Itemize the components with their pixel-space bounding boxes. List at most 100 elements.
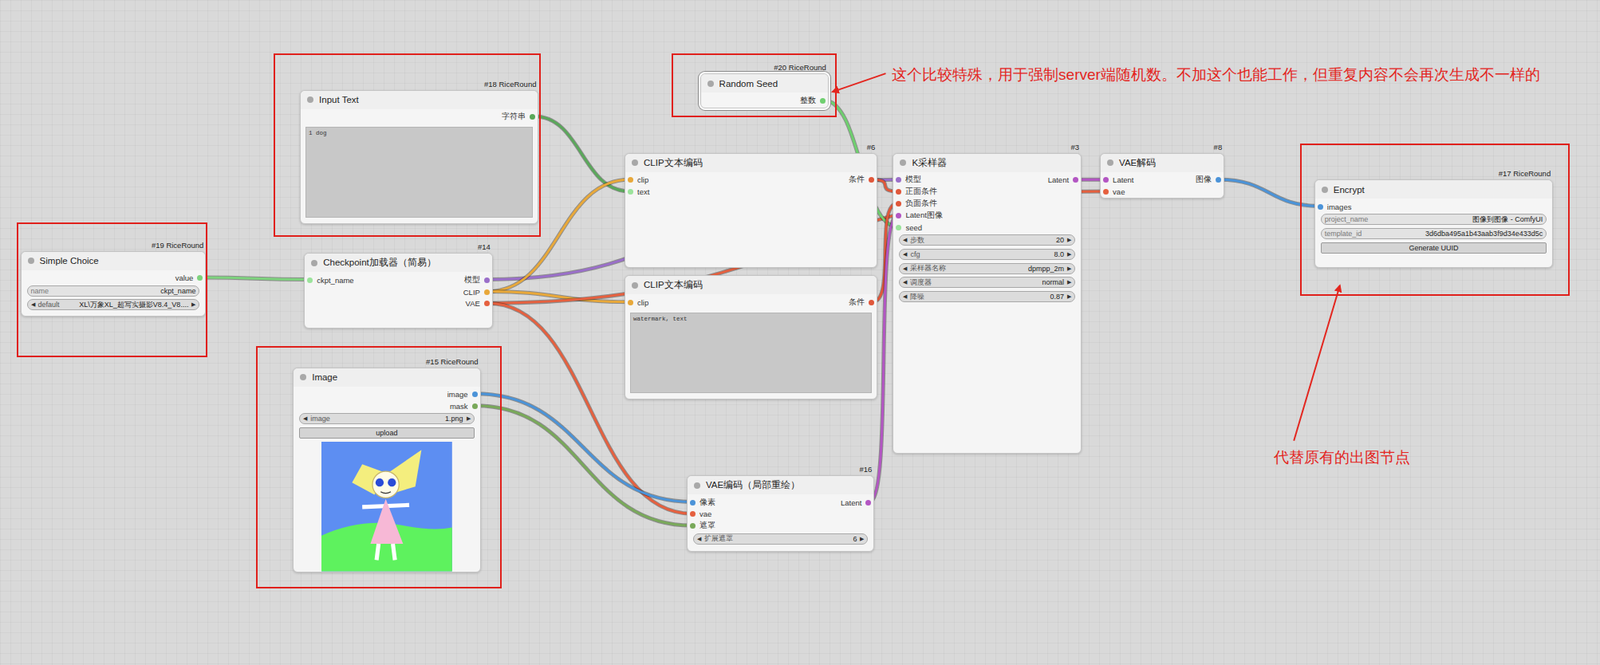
- input-slot[interactable]: 负面条件: [893, 198, 940, 209]
- graph-node[interactable]: #20 RiceRoundRandom Seed整数: [700, 73, 829, 109]
- decrement-arrow[interactable]: ◀: [902, 236, 907, 244]
- output-slot[interactable]: 条件: [846, 297, 877, 308]
- input-slot[interactable]: ckpt_name: [304, 275, 356, 285]
- input-slot[interactable]: Latent: [1100, 175, 1136, 185]
- output-slot[interactable]: value: [173, 273, 206, 283]
- input-dot[interactable]: [689, 523, 696, 529]
- input-slot[interactable]: clip: [625, 175, 651, 185]
- text-area[interactable]: watermark, text: [630, 312, 872, 395]
- widget-button[interactable]: Generate UUID: [1320, 242, 1547, 254]
- input-slot[interactable]: 像素: [687, 497, 718, 509]
- input-dot[interactable]: [307, 277, 313, 284]
- input-dot[interactable]: [895, 200, 902, 207]
- increment-arrow[interactable]: ▶: [859, 535, 864, 543]
- input-dot[interactable]: [895, 189, 902, 195]
- input-slot[interactable]: 正面条件: [893, 186, 940, 198]
- widget-field[interactable]: ◀采样器名称dpmpp_2m▶: [898, 263, 1076, 275]
- collapse-dot[interactable]: [693, 482, 701, 489]
- widget-field[interactable]: ◀步数20▶: [898, 234, 1076, 246]
- increment-arrow[interactable]: ▶: [1067, 265, 1072, 272]
- input-dot[interactable]: [689, 500, 696, 506]
- input-slot[interactable]: 遮罩: [687, 520, 718, 532]
- text-area[interactable]: 1 dog: [305, 126, 533, 219]
- collapse-dot[interactable]: [631, 282, 639, 289]
- output-slot[interactable]: 条件: [846, 174, 877, 186]
- output-dot[interactable]: [484, 277, 490, 284]
- output-dot[interactable]: [529, 114, 536, 120]
- output-slot[interactable]: CLIP: [461, 287, 493, 297]
- decrement-arrow[interactable]: ◀: [31, 301, 36, 308]
- input-dot[interactable]: [895, 177, 902, 183]
- graph-node[interactable]: #15 RiceRoundImageimagemask◀image1.png▶u…: [292, 367, 481, 573]
- output-slot[interactable]: Latent: [1045, 175, 1081, 185]
- node-title-bar[interactable]: Encrypt: [1315, 180, 1553, 199]
- output-slot[interactable]: 图像: [1193, 174, 1224, 186]
- input-slot[interactable]: vae: [1100, 187, 1128, 197]
- increment-arrow[interactable]: ▶: [1067, 251, 1072, 258]
- output-slot[interactable]: 字符串: [499, 111, 538, 123]
- output-slot[interactable]: Latent: [838, 498, 874, 508]
- increment-arrow[interactable]: ▶: [1067, 293, 1072, 300]
- collapse-dot[interactable]: [707, 80, 714, 87]
- widget-field[interactable]: ◀调度器normal▶: [898, 276, 1076, 288]
- collapse-dot[interactable]: [299, 374, 307, 381]
- node-title-bar[interactable]: Checkpoint加载器（简易）: [304, 253, 493, 272]
- output-dot[interactable]: [484, 289, 490, 296]
- input-dot[interactable]: [895, 224, 902, 231]
- input-dot[interactable]: [627, 299, 634, 306]
- collapse-dot[interactable]: [631, 159, 639, 166]
- decrement-arrow[interactable]: ◀: [697, 535, 702, 543]
- input-slot[interactable]: text: [625, 187, 652, 197]
- node-title-bar[interactable]: VAE编码（局部重绘）: [687, 476, 874, 495]
- output-slot[interactable]: mask: [447, 401, 481, 411]
- output-slot[interactable]: VAE: [463, 299, 493, 308]
- graph-node[interactable]: #19 RiceRoundSimple Choicevaluenameckpt_…: [20, 251, 207, 317]
- decrement-arrow[interactable]: ◀: [902, 251, 907, 258]
- increment-arrow[interactable]: ▶: [466, 415, 471, 422]
- node-title-bar[interactable]: CLIP文本编码: [625, 275, 877, 295]
- node-title-bar[interactable]: Image: [293, 368, 480, 387]
- widget-field[interactable]: template_id3d6dba495a1b43aab3f9d34e433d5…: [1320, 228, 1547, 240]
- input-dot[interactable]: [689, 511, 696, 517]
- input-slot[interactable]: seed: [893, 223, 925, 233]
- graph-node[interactable]: CLIP文本编码 clip 条件 watermark, text: [624, 275, 878, 400]
- graph-node[interactable]: #6CLIP文本编码clip条件text: [624, 153, 878, 269]
- widget-field[interactable]: project_name图像到图像 - ComfyUI: [1320, 213, 1547, 225]
- widget-button[interactable]: upload: [299, 427, 474, 439]
- decrement-arrow[interactable]: ◀: [902, 279, 907, 286]
- collapse-dot[interactable]: [311, 260, 318, 267]
- graph-node[interactable]: #17 RiceRoundEncryptimagesproject_name图像…: [1314, 179, 1553, 268]
- input-slot[interactable]: 模型: [893, 174, 924, 186]
- graph-node[interactable]: #14Checkpoint加载器（简易）ckpt_name模型CLIPVAE: [303, 252, 493, 329]
- decrement-arrow[interactable]: ◀: [303, 415, 308, 422]
- input-slot[interactable]: clip: [625, 298, 651, 308]
- output-dot[interactable]: [472, 391, 478, 398]
- output-dot[interactable]: [1072, 177, 1079, 183]
- graph-node[interactable]: #8VAE解码Latent图像vae: [1099, 153, 1225, 200]
- output-dot[interactable]: [1215, 177, 1222, 183]
- node-title-bar[interactable]: Input Text: [300, 90, 538, 110]
- widget-field[interactable]: ◀cfg8.0▶: [898, 248, 1076, 261]
- output-slot[interactable]: image: [445, 390, 481, 399]
- increment-arrow[interactable]: ▶: [191, 301, 196, 308]
- output-dot[interactable]: [484, 300, 490, 307]
- input-slot[interactable]: images: [1315, 202, 1355, 212]
- input-dot[interactable]: [627, 189, 634, 195]
- node-title-bar[interactable]: Random Seed: [701, 74, 828, 93]
- decrement-arrow[interactable]: ◀: [902, 265, 907, 272]
- collapse-dot[interactable]: [1321, 186, 1329, 194]
- node-title-bar[interactable]: K采样器: [893, 153, 1081, 173]
- collapse-dot[interactable]: [27, 257, 35, 265]
- graph-canvas[interactable]: #19 RiceRoundSimple Choicevaluenameckpt_…: [0, 0, 1600, 665]
- node-title-bar[interactable]: Simple Choice: [21, 252, 206, 271]
- graph-node[interactable]: #18 RiceRoundInput Text字符串1 dog: [299, 90, 539, 225]
- output-dot[interactable]: [472, 403, 478, 410]
- output-slot[interactable]: 整数: [797, 95, 828, 107]
- widget-field[interactable]: ◀扩展遮罩6▶: [693, 533, 868, 545]
- output-slot[interactable]: 模型: [461, 275, 493, 286]
- output-dot[interactable]: [819, 98, 826, 104]
- input-slot[interactable]: Latent图像: [893, 210, 945, 221]
- decrement-arrow[interactable]: ◀: [902, 293, 907, 300]
- graph-node[interactable]: #16VAE编码（局部重绘）像素Latentvae遮罩◀扩展遮罩6▶: [686, 475, 875, 552]
- output-dot[interactable]: [868, 177, 875, 183]
